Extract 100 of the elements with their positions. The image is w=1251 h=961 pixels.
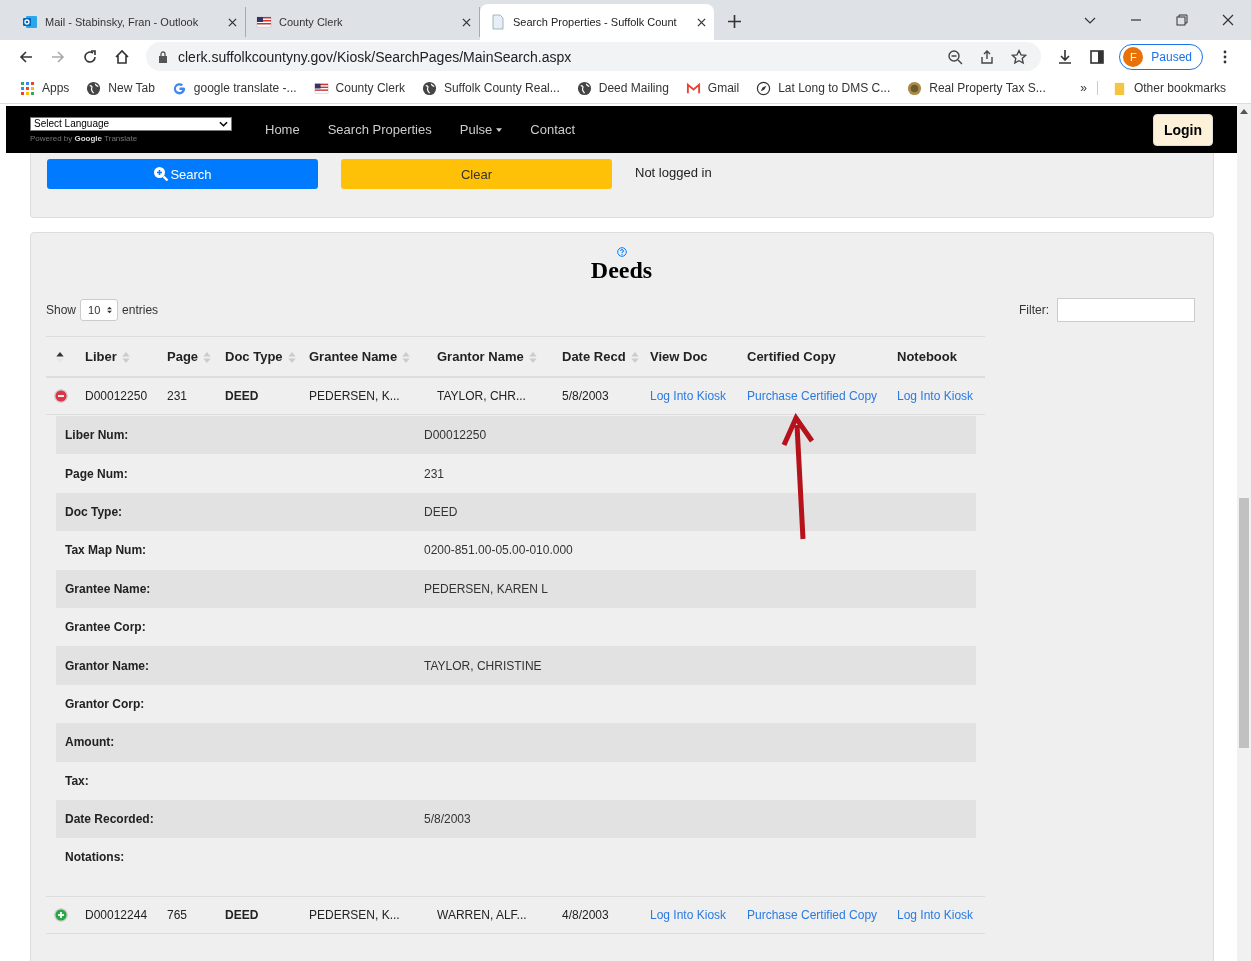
mail-icon bbox=[22, 14, 38, 30]
scroll-up-icon[interactable] bbox=[1240, 108, 1248, 114]
reload-icon[interactable] bbox=[82, 48, 98, 65]
table-cell: 5/8/2003 bbox=[562, 389, 609, 403]
star-icon[interactable] bbox=[1011, 48, 1028, 65]
new-tab-icon[interactable] bbox=[728, 15, 741, 28]
column-header[interactable]: Notebook bbox=[897, 349, 957, 364]
grid-icon bbox=[20, 80, 35, 96]
bookmark[interactable]: Lat Long to DMS C... bbox=[756, 80, 891, 96]
table-cell: 765 bbox=[167, 907, 188, 922]
bookmark[interactable]: New Tab bbox=[86, 80, 155, 96]
close-icon[interactable] bbox=[697, 17, 706, 27]
link[interactable]: Log Into Kiosk bbox=[897, 907, 974, 922]
login-button[interactable]: Login bbox=[1152, 113, 1213, 146]
column-header[interactable]: Date Recd bbox=[562, 349, 626, 364]
table-cell: PEDERSEN, K... bbox=[309, 907, 400, 922]
bookmark[interactable]: Real Property Tax S... bbox=[907, 80, 1046, 96]
detail-value: TAYLOR, CHRISTINE bbox=[424, 658, 542, 673]
browser-tab[interactable]: County Clerk bbox=[246, 7, 480, 37]
lock-icon bbox=[158, 50, 168, 63]
detail-value: DEED bbox=[424, 504, 458, 519]
detail-label: Amount: bbox=[64, 735, 116, 750]
detail-label: Notations: bbox=[64, 850, 126, 865]
bookmark[interactable]: Apps bbox=[20, 80, 70, 96]
bookmark[interactable]: Suffolk County Real... bbox=[421, 80, 560, 96]
column-header[interactable]: View Doc bbox=[650, 349, 708, 364]
table-cell: PEDERSEN, K... bbox=[309, 389, 400, 403]
clear-button[interactable]: Clear bbox=[341, 159, 612, 189]
avatar: F bbox=[1123, 46, 1144, 67]
mail-icon bbox=[685, 80, 701, 96]
close-icon[interactable] bbox=[462, 17, 471, 27]
table-cell: 4/8/2003 bbox=[562, 907, 609, 922]
table-cell: 231 bbox=[167, 389, 188, 403]
table-cell: D00012250 bbox=[85, 389, 148, 403]
more-bookmarks[interactable]: » bbox=[1080, 81, 1098, 95]
compass-icon bbox=[756, 80, 772, 96]
flag-icon bbox=[313, 80, 329, 96]
nav-link[interactable]: Contact bbox=[530, 122, 576, 137]
table-cell: D00012244 bbox=[85, 907, 148, 922]
browser-tab[interactable]: Search Properties - Suffolk Count bbox=[480, 4, 714, 40]
column-header[interactable]: Certified Copy bbox=[747, 349, 836, 364]
bookmark[interactable]: County Clerk bbox=[313, 80, 405, 96]
expand-icon[interactable] bbox=[54, 907, 68, 922]
bookmark[interactable]: Deed Mailing bbox=[576, 80, 669, 96]
detail-label: Tax Map Num: bbox=[64, 543, 148, 558]
detail-value: 0200-851.00-05.00-010.000 bbox=[424, 543, 573, 558]
nav-link[interactable]: Search Properties bbox=[327, 122, 432, 137]
nav-link[interactable]: Pulse bbox=[459, 122, 503, 137]
translate-text: Translate bbox=[104, 133, 138, 143]
caret-icon bbox=[219, 120, 228, 127]
sort-ascending-icon[interactable] bbox=[56, 352, 64, 364]
side-panel-icon[interactable] bbox=[1089, 48, 1106, 65]
table-cell: DEED bbox=[225, 907, 259, 922]
link[interactable]: Log Into Kiosk bbox=[897, 389, 974, 403]
google-wordmark: Google bbox=[74, 133, 103, 143]
detail-label: Grantee Name: bbox=[64, 581, 152, 596]
column-header[interactable]: Doc Type bbox=[225, 349, 283, 364]
column-header[interactable]: Grantor Name bbox=[437, 349, 524, 364]
help-icon[interactable] bbox=[616, 247, 627, 257]
collapse-icon[interactable] bbox=[54, 389, 68, 403]
detail-value: D00012250 bbox=[424, 428, 487, 443]
table-cell: TAYLOR, CHR... bbox=[437, 389, 526, 403]
close-icon[interactable] bbox=[228, 17, 237, 27]
detail-label: Grantee Corp: bbox=[64, 620, 147, 635]
column-header[interactable]: Page bbox=[167, 349, 199, 364]
link[interactable]: Log Into Kiosk bbox=[650, 907, 727, 922]
globe-icon bbox=[86, 80, 102, 96]
bookmark[interactable]: google translate -... bbox=[171, 80, 297, 96]
column-header[interactable]: Grantee Name bbox=[309, 349, 398, 364]
detail-label: Liber Num: bbox=[64, 428, 130, 443]
browser-tab[interactable]: Mail - Stabinsky, Fran - Outlook bbox=[12, 7, 246, 37]
bookmark[interactable]: Gmail bbox=[685, 80, 740, 96]
share-icon[interactable] bbox=[979, 48, 996, 65]
globe-icon bbox=[421, 80, 437, 96]
page-size-select[interactable]: 10 bbox=[80, 299, 119, 321]
address-bar[interactable]: clerk.suffolkcountyny.gov/Kiosk/SearchPages/MainSearch.aspx bbox=[146, 42, 1042, 71]
detail-label: Grantor Name: bbox=[64, 658, 151, 673]
filter-field[interactable] bbox=[1057, 298, 1195, 322]
bookmark-folder[interactable]: Other bookmarks bbox=[1111, 80, 1226, 96]
close-icon[interactable] bbox=[1222, 14, 1234, 26]
language-select[interactable]: Select Language bbox=[30, 116, 232, 131]
download-icon[interactable] bbox=[1057, 48, 1074, 65]
tab-title: Mail - Stabinsky, Fran - Outlook bbox=[45, 16, 200, 28]
link[interactable]: Log Into Kiosk bbox=[650, 389, 727, 403]
scrollbar[interactable] bbox=[1237, 104, 1251, 961]
login-status: Not logged in bbox=[635, 164, 712, 180]
link[interactable]: Purchase Certified Copy bbox=[747, 907, 878, 922]
link[interactable]: Purchase Certified Copy bbox=[747, 389, 878, 403]
column-header[interactable]: Liber bbox=[85, 349, 117, 364]
detail-value: 5/8/2003 bbox=[424, 812, 471, 827]
back-icon[interactable] bbox=[18, 48, 34, 65]
detail-label: Page Num: bbox=[64, 466, 129, 481]
restore-icon[interactable] bbox=[1176, 14, 1188, 26]
nav-link[interactable]: Home bbox=[265, 122, 300, 137]
home-icon[interactable] bbox=[114, 48, 130, 65]
search-button[interactable]: Search bbox=[47, 159, 318, 189]
table-cell: DEED bbox=[225, 389, 259, 403]
google-icon bbox=[171, 80, 187, 96]
zoom-out-icon[interactable] bbox=[947, 48, 964, 65]
scrollbar-thumb[interactable] bbox=[1239, 498, 1249, 748]
